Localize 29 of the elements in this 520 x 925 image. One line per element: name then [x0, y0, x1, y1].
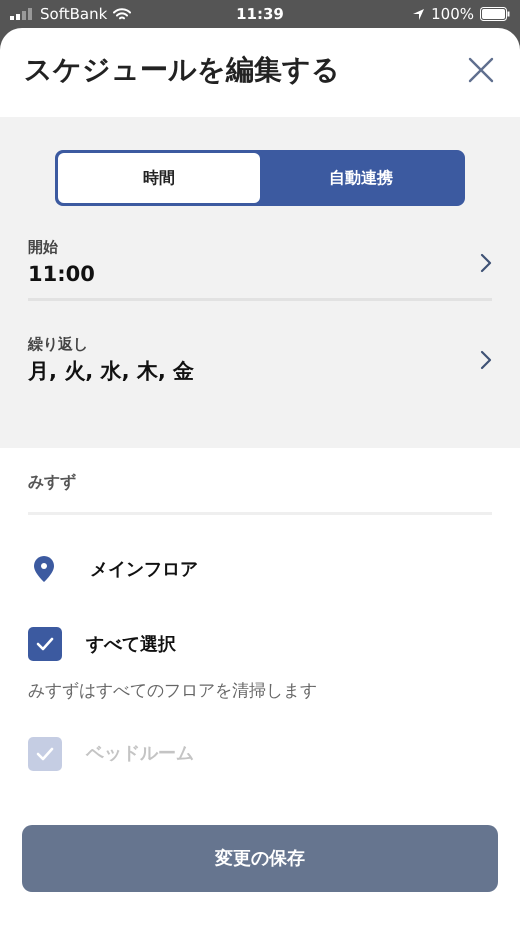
segment-tab[interactable]: 時間	[58, 153, 260, 203]
setting-row[interactable]: 繰り返し 月, 火, 水, 木, 金	[28, 333, 492, 387]
checkmark-icon	[36, 746, 54, 760]
clock-time: 11:39	[236, 4, 284, 25]
setting-row[interactable]: 開始 11:00	[28, 236, 492, 290]
robot-name: みすず	[28, 471, 77, 493]
room-label: ベッドルーム	[86, 742, 194, 766]
checkmark-icon	[36, 637, 54, 651]
location-arrow-icon	[412, 8, 426, 20]
setting-label: 開始	[28, 237, 59, 258]
segment-tab[interactable]: 自動連携	[260, 153, 462, 203]
floor-name: メインフロア	[90, 558, 198, 582]
wifi-icon	[113, 8, 132, 20]
signal-icon	[10, 8, 34, 20]
chevron-right-icon	[480, 253, 492, 273]
chevron-right-icon	[480, 350, 492, 370]
setting-value: 11:00	[28, 260, 95, 288]
select-all-label: すべて選択	[86, 632, 176, 656]
setting-value: 月, 火, 水, 木, 金	[28, 358, 194, 384]
battery-percentage: 100%	[431, 4, 474, 25]
sheet-title: スケジュールを編集する	[24, 52, 340, 88]
info-text: みすずはすべてのフロアを清掃します	[28, 680, 318, 703]
battery-icon	[480, 7, 510, 21]
close-button[interactable]	[468, 56, 494, 82]
close-icon	[468, 56, 494, 82]
setting-label: 繰り返し	[28, 334, 89, 355]
checkbox[interactable]	[28, 627, 62, 661]
location-pin-icon	[32, 555, 56, 583]
carrier-name: SoftBank	[40, 4, 108, 25]
